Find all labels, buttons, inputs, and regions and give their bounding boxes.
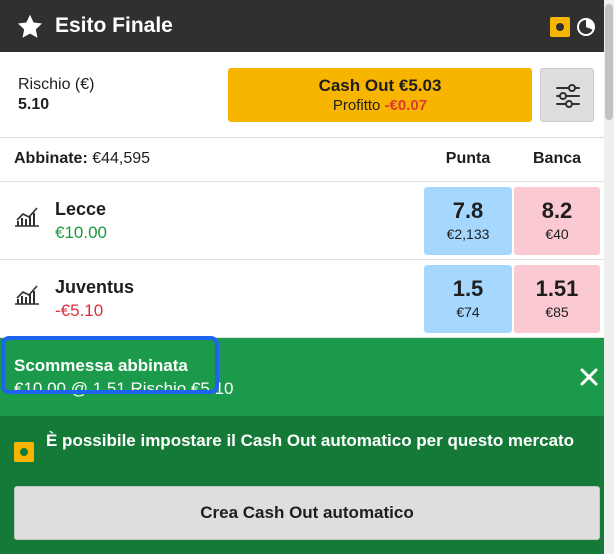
market-columns-header: Abbinate: €44,595 Punta Banca: [0, 138, 604, 182]
cashout-button-label: Cash Out €5.03: [318, 76, 442, 95]
sliders-icon: [556, 84, 580, 108]
back-size: €74: [456, 304, 480, 320]
back-odds-button[interactable]: 1.5 €74: [424, 265, 512, 333]
back-odds-button[interactable]: 7.8 €2,133: [424, 187, 512, 255]
highlight-box: [1, 336, 219, 394]
matched-value: €44,595: [92, 150, 151, 167]
cashout-available-icon: [550, 17, 570, 37]
scrollbar[interactable]: [604, 0, 614, 554]
settings-button[interactable]: [540, 68, 594, 122]
timer-icon: [577, 18, 595, 36]
lay-size: €40: [545, 226, 569, 242]
back-column-header: Punta: [445, 150, 491, 167]
lay-price: 8.2: [541, 198, 573, 223]
runner-row: Lecce €10.00 7.8 €2,133 8.2 €40: [0, 182, 604, 260]
runner-name: Juventus: [55, 277, 135, 297]
back-price: 7.8: [452, 198, 484, 223]
back-size: €2,133: [446, 226, 490, 242]
scrollbar-thumb[interactable]: [605, 4, 613, 120]
profit-value: -€0.07: [384, 97, 428, 114]
runner-name: Lecce: [55, 199, 107, 219]
auto-cashout-panel: È possibile impostare il Cash Out automa…: [0, 416, 604, 554]
matched-amount: Abbinate: €44,595: [14, 150, 150, 168]
cashout-button[interactable]: Cash Out €5.03 Profitto -€0.07: [228, 68, 532, 122]
lay-odds-button[interactable]: 1.51 €85: [514, 265, 600, 333]
star-icon[interactable]: [16, 13, 44, 41]
market-title: Esito Finale: [55, 14, 173, 37]
lay-size: €85: [545, 304, 569, 320]
profit-label: Profitto: [332, 97, 381, 114]
runner-profit-loss: €10.00: [55, 223, 107, 242]
risk-cashout-row: Rischio (€) 5.10 Cash Out €5.03 Profitto…: [0, 52, 604, 138]
runner-row: Juventus -€5.10 1.5 €74 1.51 €85: [0, 260, 604, 338]
matched-label: Abbinate:: [14, 150, 88, 167]
market-chart-icon[interactable]: [14, 204, 40, 228]
market-header: Esito Finale: [0, 0, 604, 52]
create-auto-cashout-button[interactable]: Crea Cash Out automatico: [14, 486, 600, 540]
close-icon[interactable]: [578, 366, 600, 388]
auto-cashout-message: È possibile impostare il Cash Out automa…: [46, 431, 575, 450]
lay-column-header: Banca: [532, 150, 582, 167]
runner-profit-loss: -€5.10: [55, 301, 104, 320]
risk-label: Rischio (€): [18, 76, 95, 93]
risk-value: 5.10: [18, 96, 50, 113]
lay-odds-button[interactable]: 8.2 €40: [514, 187, 600, 255]
lay-price: 1.51: [535, 276, 579, 301]
cashout-available-icon: [14, 442, 34, 462]
market-chart-icon[interactable]: [14, 282, 40, 306]
back-price: 1.5: [452, 276, 484, 301]
cashout-profit: Profitto -€0.07: [228, 97, 532, 114]
